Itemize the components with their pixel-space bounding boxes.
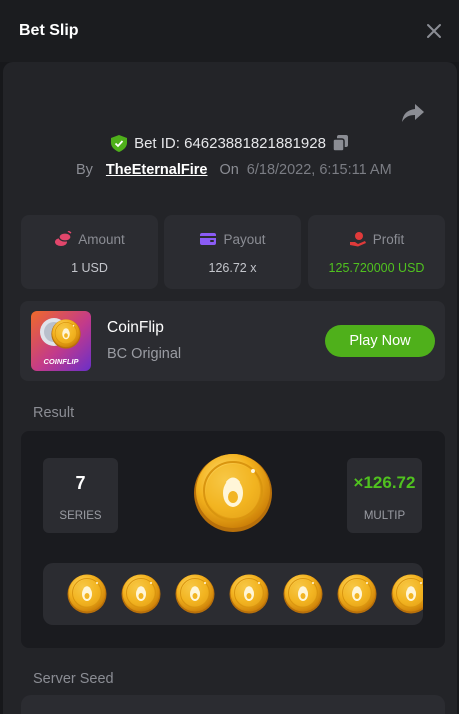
wallet-icon bbox=[200, 233, 217, 245]
by-label: By bbox=[76, 162, 93, 178]
gold-coin-icon bbox=[51, 319, 81, 349]
coin-history-item-icon bbox=[337, 574, 377, 614]
coin-history-item-icon bbox=[175, 574, 215, 614]
game-subtitle: BC Original bbox=[107, 346, 182, 362]
profit-label: Profit bbox=[372, 231, 405, 247]
close-icon[interactable] bbox=[425, 22, 443, 40]
server-seed-label: Server Seed bbox=[33, 671, 114, 687]
amount-label: Amount bbox=[78, 231, 125, 247]
game-name: CoinFlip bbox=[107, 319, 164, 336]
bet-date: 6/18/2022, 6:15:11 AM bbox=[246, 162, 392, 178]
multiplier-box: ×126.72 MULTIP bbox=[347, 458, 422, 533]
thumbnail-label: COINFLIP bbox=[43, 357, 79, 366]
play-now-button[interactable]: Play Now bbox=[325, 325, 435, 357]
payout-card: Payout 126.72 x bbox=[164, 215, 301, 289]
on-label: On bbox=[219, 162, 239, 178]
username-link[interactable]: TheEternalFire bbox=[106, 162, 208, 178]
payout-label: Payout bbox=[223, 231, 266, 247]
server-seed-field[interactable] bbox=[21, 695, 445, 714]
payout-value: 126.72 x bbox=[208, 261, 257, 275]
game-card: COINFLIP CoinFlip BC Original Play Now bbox=[20, 301, 445, 381]
hand-coin-icon bbox=[349, 232, 366, 247]
multiplier-label: MULTIP bbox=[363, 510, 406, 522]
result-label: Result bbox=[33, 405, 75, 421]
profit-value: 125.720000 USD bbox=[328, 261, 425, 275]
coins-icon bbox=[55, 231, 72, 246]
coin-history-item-icon bbox=[67, 574, 107, 614]
series-box: 7 SERIES bbox=[43, 458, 118, 533]
share-icon[interactable] bbox=[401, 102, 425, 124]
coinflip-thumbnail[interactable]: COINFLIP bbox=[31, 311, 91, 371]
shield-check-icon bbox=[111, 134, 128, 152]
profit-card: Profit 125.720000 USD bbox=[308, 215, 445, 289]
coin-result-icon bbox=[193, 453, 273, 533]
amount-value: 1 USD bbox=[71, 261, 108, 275]
amount-card: Amount 1 USD bbox=[21, 215, 158, 289]
coin-history-item-icon bbox=[283, 574, 323, 614]
result-panel: 7 SERIES ×126.72 MULTIP bbox=[21, 431, 445, 648]
coin-history-track[interactable] bbox=[43, 563, 423, 625]
coin-history-item-icon bbox=[229, 574, 269, 614]
coin-history-item-icon bbox=[391, 574, 423, 614]
header: Bet Slip bbox=[0, 0, 459, 62]
bet-id-row: Bet ID: 64623881821881928 bbox=[0, 133, 459, 153]
multiplier-value: ×126.72 bbox=[353, 473, 416, 492]
dialog-title: Bet Slip bbox=[19, 22, 79, 39]
series-value: 7 bbox=[75, 473, 86, 493]
coin-history-item-icon bbox=[121, 574, 161, 614]
series-label: SERIES bbox=[59, 510, 102, 522]
bet-author-row: By TheEternalFire On 6/18/2022, 6:15:11 … bbox=[76, 160, 392, 180]
copy-icon[interactable] bbox=[332, 135, 348, 151]
bet-id: Bet ID: 64623881821881928 bbox=[134, 134, 326, 152]
